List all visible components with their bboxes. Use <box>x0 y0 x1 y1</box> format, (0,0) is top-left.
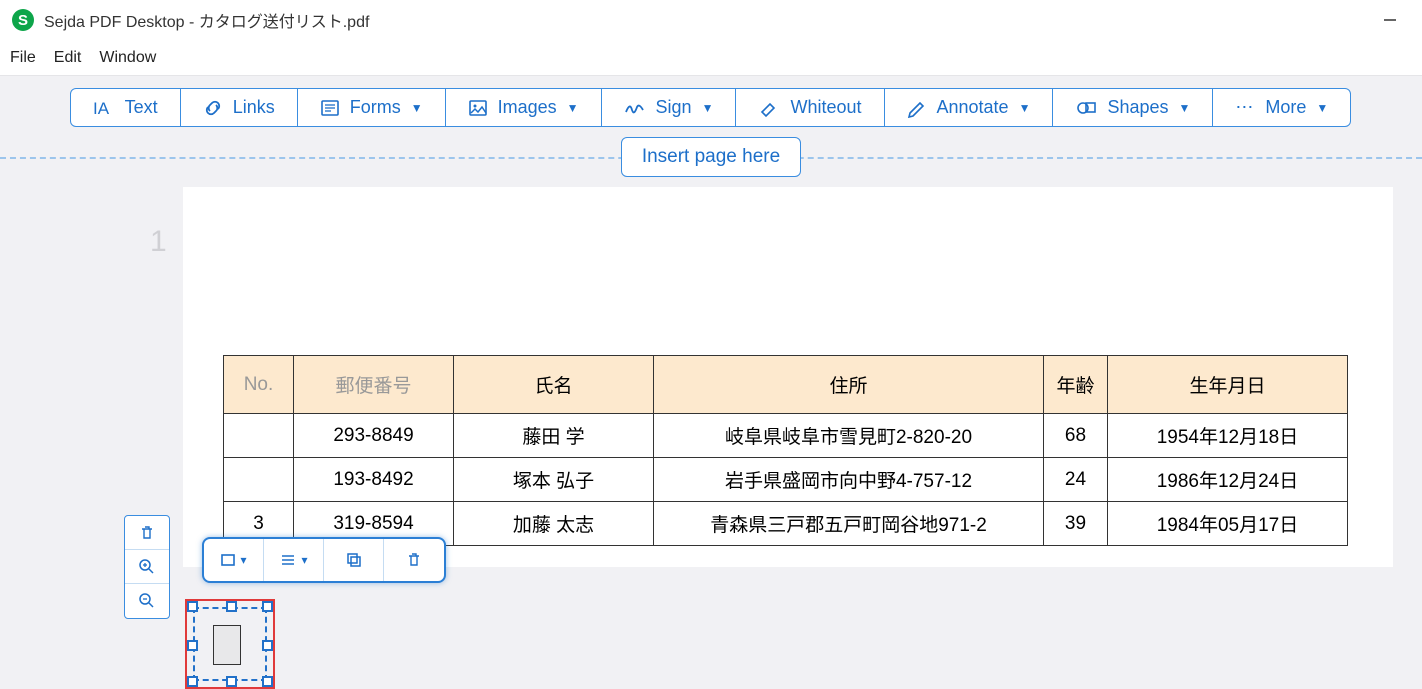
table-row: 193-8492 塚本 弘子 岩手県盛岡市向中野4-757-12 24 1986… <box>224 458 1348 502</box>
resize-handle-w[interactable] <box>187 640 198 651</box>
app-logo-icon: S <box>12 9 34 31</box>
caret-down-icon: ▼ <box>1019 101 1031 115</box>
trash-button[interactable] <box>384 539 444 581</box>
forms-tool-label: Forms <box>350 97 401 118</box>
menubar: File Edit Window <box>0 40 1422 76</box>
selection-box[interactable] <box>185 599 275 689</box>
links-tool-label: Links <box>233 97 275 118</box>
menu-edit[interactable]: Edit <box>54 49 82 67</box>
sign-tool-button[interactable]: Sign ▼ <box>601 88 737 127</box>
selected-shape[interactable] <box>213 625 241 665</box>
whiteout-icon <box>758 98 780 118</box>
annotate-icon <box>907 98 927 118</box>
table-row: 293-8849 藤田 学 岐阜県岐阜市雪見町2-820-20 68 1954年… <box>224 414 1348 458</box>
side-tool-panel <box>124 515 170 619</box>
zoom-out-button[interactable] <box>125 584 169 618</box>
cell-no <box>224 458 294 502</box>
list-tool-button[interactable]: ▾ <box>264 539 324 581</box>
cell-dob: 1984年05月17日 <box>1108 502 1348 546</box>
resize-handle-nw[interactable] <box>187 601 198 612</box>
cell-dob: 1986年12月24日 <box>1108 458 1348 502</box>
cell-age: 24 <box>1044 458 1108 502</box>
annotate-tool-button[interactable]: Annotate ▼ <box>884 88 1054 127</box>
caret-down-icon: ▼ <box>567 101 579 115</box>
pdf-page[interactable]: No. 郵便番号 氏名 住所 年齢 生年月日 293-8849 藤田 学 岐阜県… <box>183 187 1393 567</box>
zoom-in-button[interactable] <box>125 550 169 584</box>
more-tool-label: More <box>1265 97 1306 118</box>
titlebar: S Sejda PDF Desktop - カタログ送付リスト.pdf <box>0 0 1422 40</box>
cell-zip: 193-8492 <box>294 458 454 502</box>
col-name-header: 氏名 <box>454 356 654 414</box>
text-tool-label: Text <box>125 97 158 118</box>
text-icon: IA <box>93 98 115 118</box>
col-no-header: No. <box>224 356 294 414</box>
resize-handle-ne[interactable] <box>262 601 273 612</box>
page-number: 1 <box>150 225 167 259</box>
resize-handle-n[interactable] <box>226 601 237 612</box>
minimize-button[interactable] <box>1370 5 1410 35</box>
link-icon <box>203 98 223 118</box>
col-addr-header: 住所 <box>654 356 1044 414</box>
cell-dob: 1954年12月18日 <box>1108 414 1348 458</box>
ellipsis-icon: ⋯ <box>1235 97 1255 118</box>
links-tool-button[interactable]: Links <box>180 88 298 127</box>
cell-name: 加藤 太志 <box>454 502 654 546</box>
caret-down-icon: ▼ <box>411 101 423 115</box>
col-dob-header: 生年月日 <box>1108 356 1348 414</box>
caret-down-icon: ▾ <box>240 553 246 567</box>
more-tool-button[interactable]: ⋯ More ▼ <box>1212 88 1351 127</box>
cell-addr: 岐阜県岐阜市雪見町2-820-20 <box>654 414 1044 458</box>
shapes-icon <box>1075 98 1097 118</box>
forms-icon <box>320 98 340 118</box>
caret-down-icon: ▼ <box>1316 101 1328 115</box>
cell-name: 塚本 弘子 <box>454 458 654 502</box>
caret-down-icon: ▼ <box>1179 101 1191 115</box>
sign-tool-label: Sign <box>656 97 692 118</box>
cell-no <box>224 414 294 458</box>
cell-name: 藤田 学 <box>454 414 654 458</box>
sign-icon <box>624 98 646 118</box>
cell-addr: 岩手県盛岡市向中野4-757-12 <box>654 458 1044 502</box>
cell-age: 68 <box>1044 414 1108 458</box>
resize-handle-sw[interactable] <box>187 676 198 687</box>
cell-addr: 青森県三戸郡五戸町岡谷地971-2 <box>654 502 1044 546</box>
caret-down-icon: ▼ <box>702 101 714 115</box>
selection-toolbar: ▾ ▾ <box>202 537 446 583</box>
caret-down-icon: ▾ <box>301 553 307 567</box>
insert-page-button[interactable]: Insert page here <box>621 137 801 177</box>
image-icon <box>468 98 488 118</box>
data-table: No. 郵便番号 氏名 住所 年齢 生年月日 293-8849 藤田 学 岐阜県… <box>223 355 1348 546</box>
resize-handle-se[interactable] <box>262 676 273 687</box>
menu-file[interactable]: File <box>10 49 36 67</box>
delete-button[interactable] <box>125 516 169 550</box>
resize-handle-e[interactable] <box>262 640 273 651</box>
rect-tool-button[interactable]: ▾ <box>204 539 264 581</box>
whiteout-tool-button[interactable]: Whiteout <box>735 88 884 127</box>
cell-zip: 293-8849 <box>294 414 454 458</box>
whiteout-tool-label: Whiteout <box>790 97 861 118</box>
col-zip-header: 郵便番号 <box>294 356 454 414</box>
svg-text:IA: IA <box>93 99 110 118</box>
resize-handle-s[interactable] <box>226 676 237 687</box>
insert-separator: Insert page here <box>0 127 1422 187</box>
workspace: 1 No. 郵便番号 氏名 住所 年齢 生年月日 293-8849 藤田 学 岐… <box>0 187 1422 567</box>
menu-window[interactable]: Window <box>99 49 156 67</box>
window-title: Sejda PDF Desktop - カタログ送付リスト.pdf <box>44 8 369 32</box>
forms-tool-button[interactable]: Forms ▼ <box>297 88 446 127</box>
col-age-header: 年齢 <box>1044 356 1108 414</box>
shapes-tool-button[interactable]: Shapes ▼ <box>1052 88 1213 127</box>
images-tool-label: Images <box>498 97 557 118</box>
copy-button[interactable] <box>324 539 384 581</box>
annotate-tool-label: Annotate <box>937 97 1009 118</box>
main-toolbar: IA Text Links Forms ▼ Images ▼ Sign ▼ Wh… <box>0 88 1422 127</box>
shapes-tool-label: Shapes <box>1107 97 1168 118</box>
text-tool-button[interactable]: IA Text <box>70 88 181 127</box>
images-tool-button[interactable]: Images ▼ <box>445 88 602 127</box>
cell-age: 39 <box>1044 502 1108 546</box>
